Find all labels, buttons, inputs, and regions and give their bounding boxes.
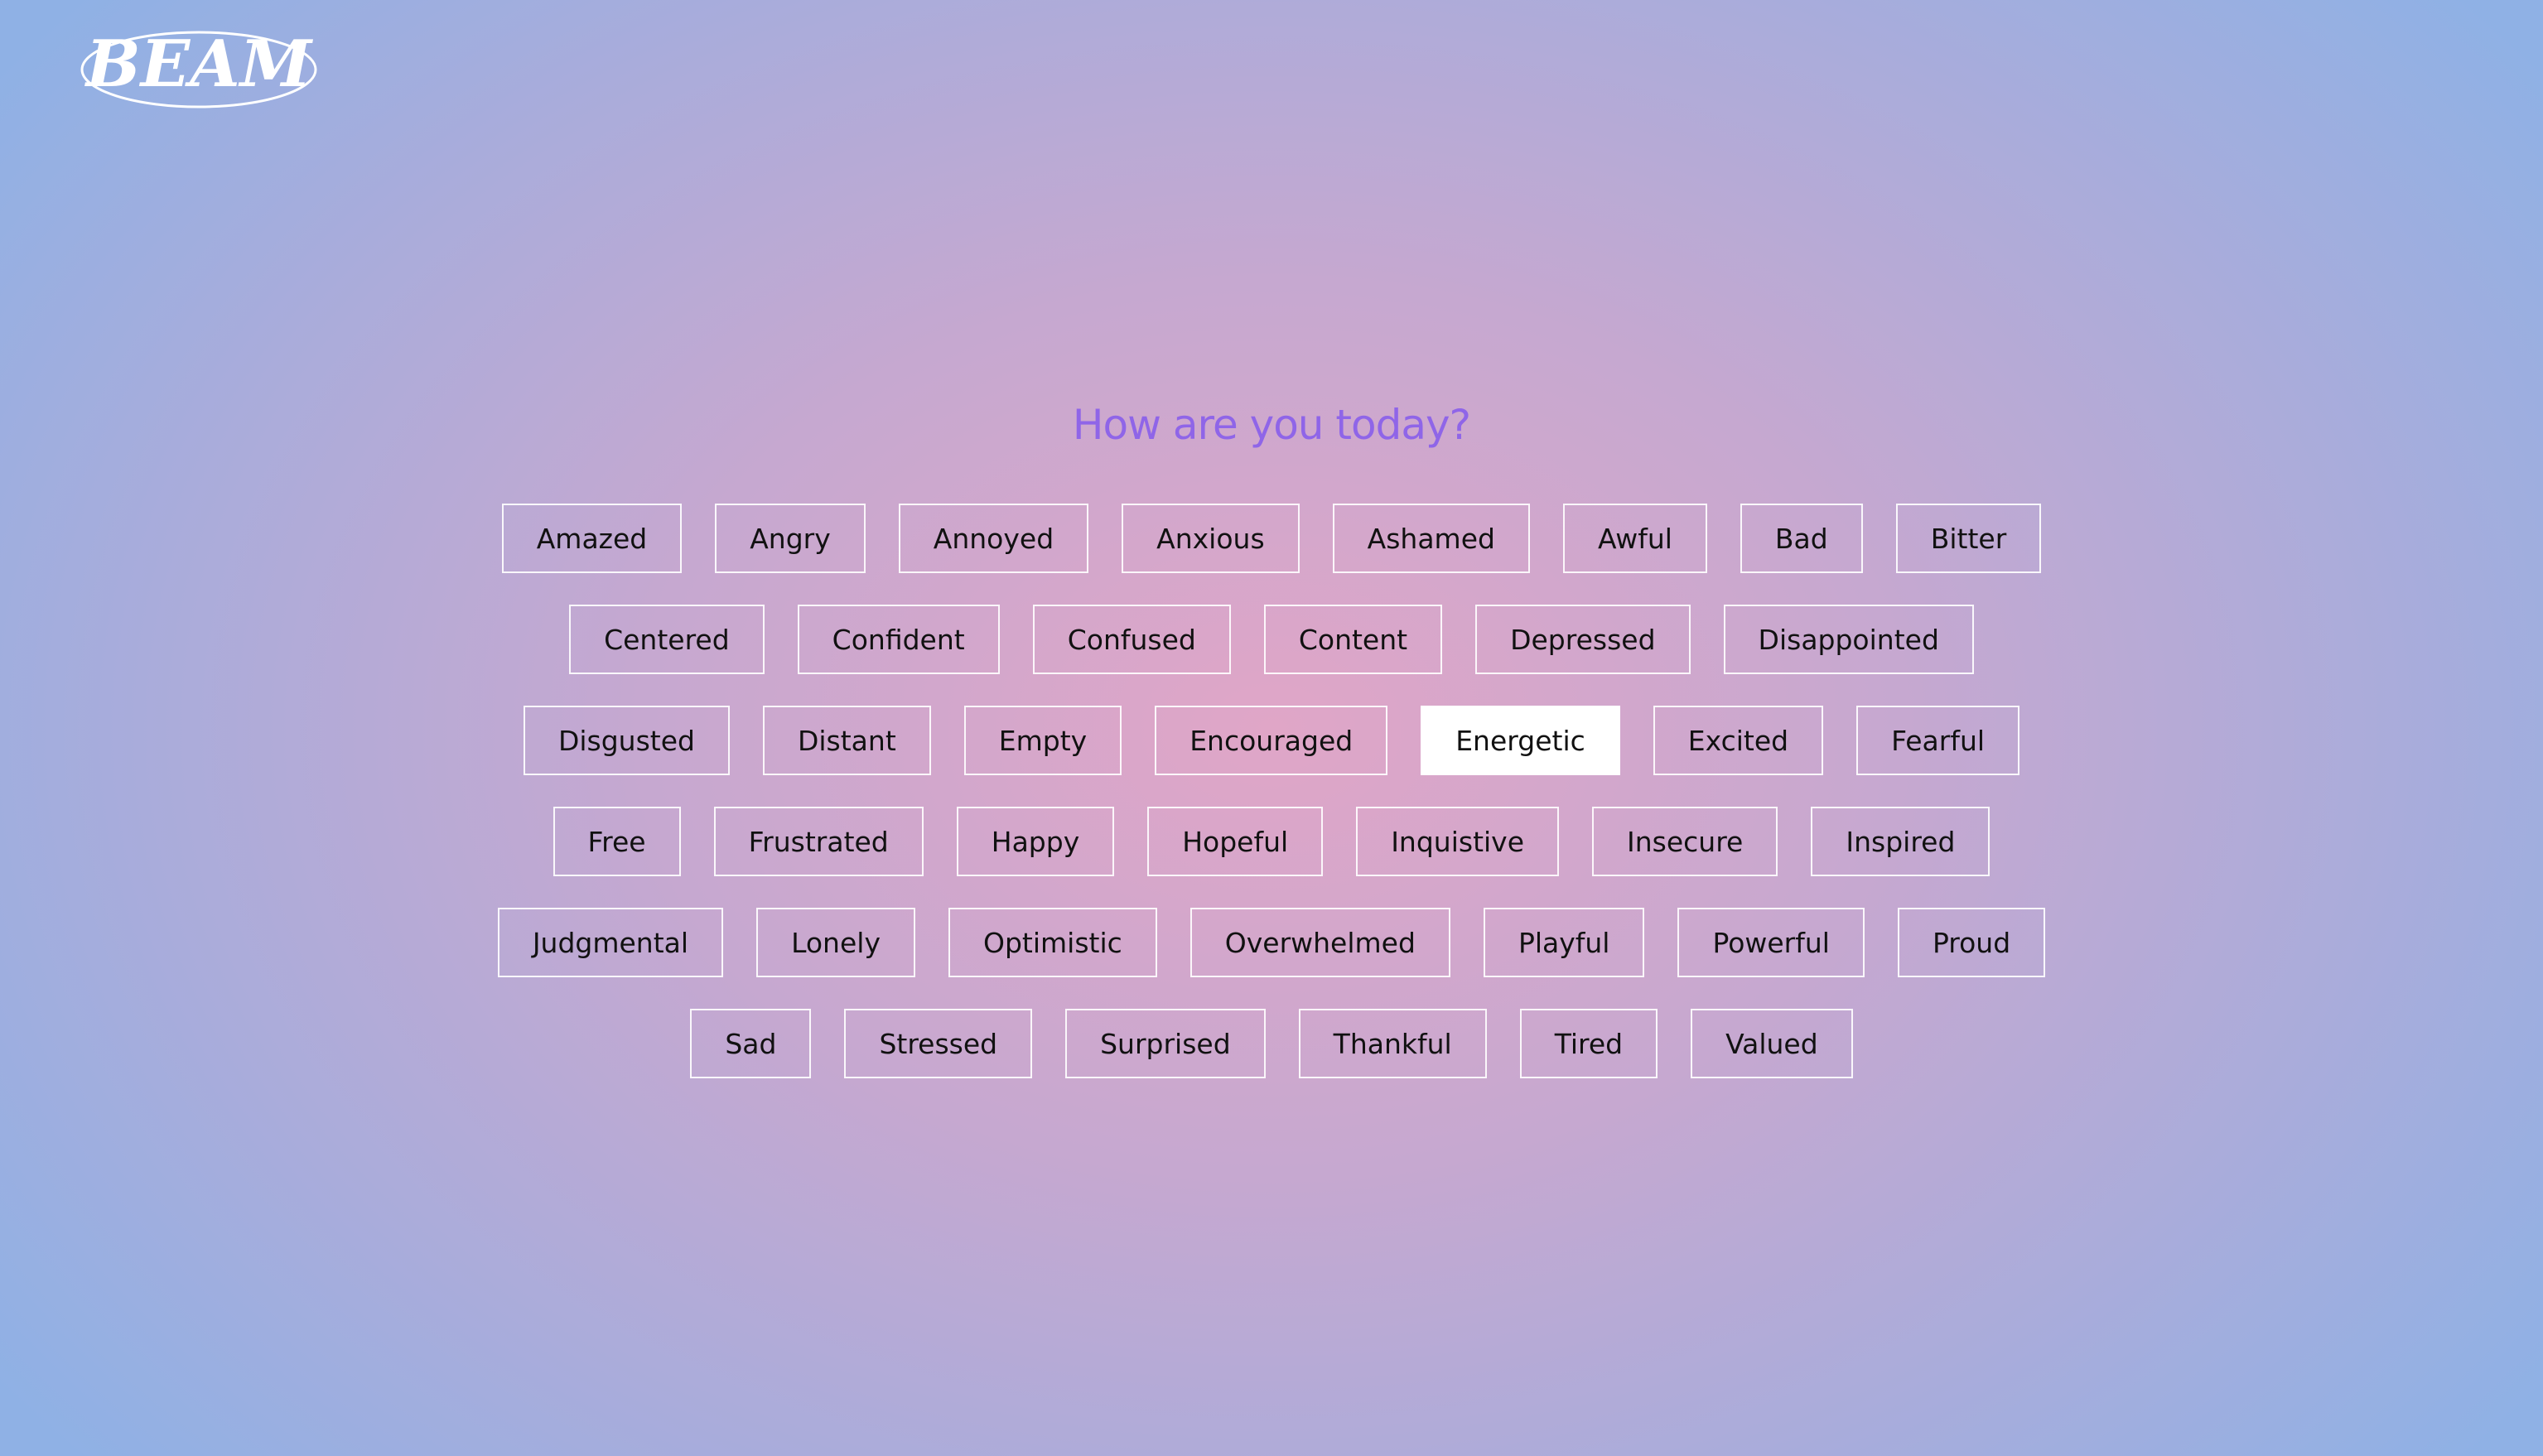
emotion-button-amazed[interactable]: Amazed: [501, 504, 683, 573]
emotion-button-content[interactable]: Content: [1263, 605, 1443, 674]
emotion-button-energetic[interactable]: Energetic: [1421, 706, 1620, 775]
emotion-button-happy[interactable]: Happy: [956, 807, 1115, 876]
emotion-button-disappointed[interactable]: Disappointed: [1723, 605, 1974, 674]
emotion-button-hopeful[interactable]: Hopeful: [1147, 807, 1324, 876]
logo-mark: BEAM: [80, 28, 317, 108]
emotion-row: Free Frustrated Happy Hopeful Inquistive Inse…: [0, 807, 2543, 876]
emotion-button-judgmental[interactable]: Judgmental: [497, 908, 724, 977]
emotion-button-frustrated[interactable]: Frustrated: [713, 807, 924, 876]
emotion-row: Centered Confident Confused Content Depresse…: [0, 605, 2543, 674]
emotion-row: Sad Stressed Surprised Thankful Tired Valued: [0, 1009, 2543, 1078]
emotion-button-empty[interactable]: Empty: [963, 706, 1122, 775]
emotion-button-powerful[interactable]: Powerful: [1677, 908, 1865, 977]
emotion-button-thankful[interactable]: Thankful: [1298, 1009, 1487, 1078]
emotion-button-inspired[interactable]: Inspired: [1811, 807, 1990, 876]
emotion-button-playful[interactable]: Playful: [1483, 908, 1645, 977]
emotion-button-free[interactable]: Free: [553, 807, 681, 876]
emotion-row: Amazed Angry Annoyed Anxious Ashamed Awful Bad…: [0, 504, 2543, 573]
emotion-row: Disgusted Distant Empty Encouraged Energetic…: [0, 706, 2543, 775]
emotion-button-surprised[interactable]: Surprised: [1065, 1009, 1266, 1078]
logo-text: BEAM: [84, 28, 314, 102]
emotion-button-proud[interactable]: Proud: [1897, 908, 2046, 977]
emotion-button-fearful[interactable]: Fearful: [1856, 706, 2020, 775]
emotion-button-confident[interactable]: Confident: [797, 605, 1000, 674]
emotion-button-bad[interactable]: Bad: [1740, 504, 1863, 573]
emotion-button-stressed[interactable]: Stressed: [844, 1009, 1033, 1078]
emotion-button-angry[interactable]: Angry: [715, 504, 866, 573]
emotion-row: Judgmental Lonely Optimistic Overwhelmed Pla…: [0, 908, 2543, 977]
emotion-button-centered[interactable]: Centered: [569, 605, 765, 674]
emotion-button-insecure[interactable]: Insecure: [1592, 807, 1778, 876]
emotion-button-anxious[interactable]: Anxious: [1122, 504, 1300, 573]
emotion-button-overwhelmed[interactable]: Overwhelmed: [1189, 908, 1450, 977]
emotion-button-lonely[interactable]: Lonely: [756, 908, 915, 977]
emotion-button-depressed[interactable]: Depressed: [1475, 605, 1691, 674]
emotion-button-sad[interactable]: Sad: [690, 1009, 812, 1078]
emotion-button-disgusted[interactable]: Disgusted: [523, 706, 730, 775]
emotion-button-optimistic[interactable]: Optimistic: [948, 908, 1157, 977]
emotion-button-bitter[interactable]: Bitter: [1895, 504, 2042, 573]
emotion-button-distant[interactable]: Distant: [762, 706, 931, 775]
emotion-button-valued[interactable]: Valued: [1691, 1009, 1853, 1078]
beam-logo[interactable]: BEAM: [79, 28, 319, 111]
emotion-button-encouraged[interactable]: Encouraged: [1155, 706, 1388, 775]
emotion-grid: Amazed Angry Annoyed Anxious Ashamed Awful Bad…: [0, 504, 2543, 1110]
emotion-button-excited[interactable]: Excited: [1653, 706, 1824, 775]
emotion-button-inquistive[interactable]: Inquistive: [1356, 807, 1560, 876]
emotion-button-annoyed[interactable]: Annoyed: [898, 504, 1089, 573]
emotion-button-awful[interactable]: Awful: [1562, 504, 1707, 573]
emotion-button-ashamed[interactable]: Ashamed: [1332, 504, 1530, 573]
emotion-button-tired[interactable]: Tired: [1519, 1009, 1658, 1078]
emotion-button-confused[interactable]: Confused: [1032, 605, 1231, 674]
page-question: How are you today?: [1072, 401, 1471, 449]
